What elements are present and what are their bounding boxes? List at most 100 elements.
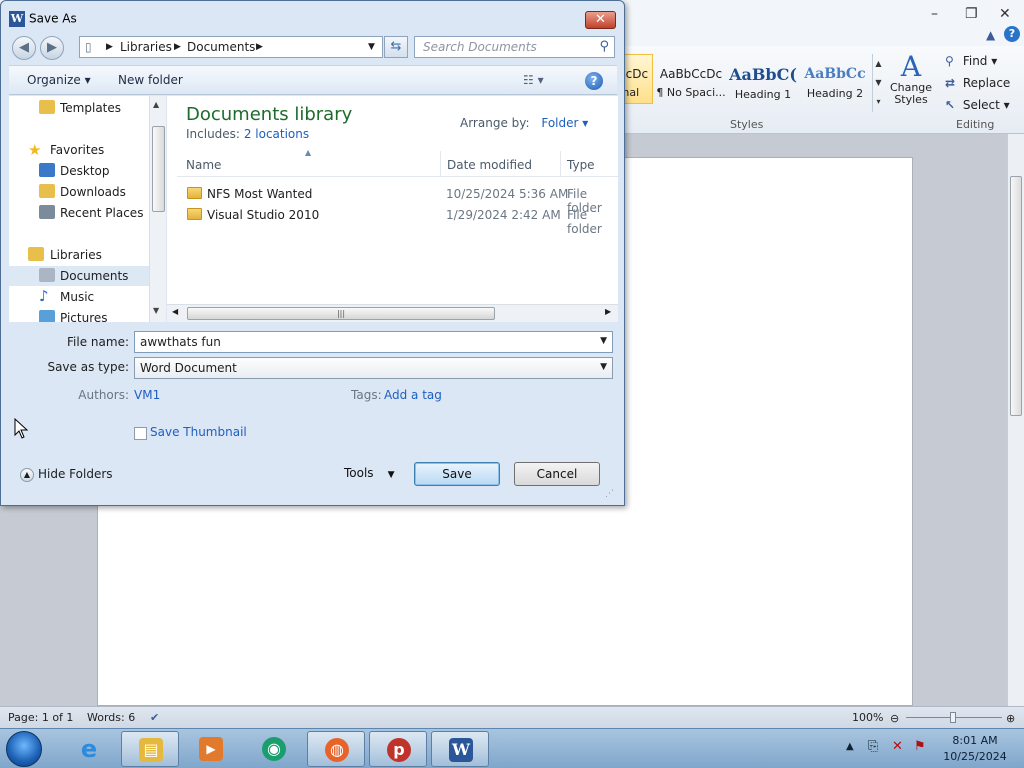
view-options-icon[interactable]: ☷ ▾ (523, 73, 544, 87)
proofing-icon[interactable]: ✔ (150, 711, 159, 724)
taskbar-edge[interactable]: ◉ (245, 731, 303, 767)
documents-icon (39, 268, 55, 282)
locations-link[interactable]: 2 locations (244, 127, 309, 141)
forward-button[interactable]: ▶ (40, 36, 64, 60)
nav-libraries[interactable]: Libraries (9, 245, 149, 265)
downloads-icon (39, 184, 55, 198)
cancel-button[interactable]: Cancel (514, 462, 600, 486)
help-icon[interactable]: ? (585, 72, 603, 90)
taskbar-p-app[interactable]: p (369, 731, 427, 767)
close-icon[interactable]: ✕ (999, 6, 1011, 22)
change-styles-button[interactable]: A Change Styles (887, 52, 935, 106)
nav-scrollbar[interactable]: ▲ ▼ (149, 96, 166, 322)
style-no-spacing[interactable]: AaBbCcDc ¶ No Spaci... (655, 54, 727, 104)
nav-templates[interactable]: Templates (9, 98, 149, 118)
vertical-scrollbar[interactable] (1007, 134, 1024, 706)
nav-documents[interactable]: Documents (9, 266, 149, 286)
pictures-icon (39, 310, 55, 322)
file-row[interactable]: NFS Most Wanted 10/25/2024 5:36 AM File … (177, 184, 618, 215)
zoom-level[interactable]: 100% (852, 711, 883, 724)
taskbar-media-player[interactable]: ▶ (182, 731, 240, 767)
start-button[interactable] (6, 731, 42, 767)
authors-value[interactable]: VM1 (134, 388, 160, 402)
breadcrumb-arrow: ▶ (256, 42, 263, 52)
page-count[interactable]: Page: 1 of 1 (8, 711, 73, 724)
style-normal[interactable]: AaBbCcDc ¶ Normal (621, 54, 653, 104)
ribbon-collapse-icon[interactable]: ▲ (986, 28, 995, 42)
editing-group-label: Editing (956, 118, 995, 131)
chevron-down-icon[interactable]: ▼ (600, 336, 607, 346)
star-icon: ★ (28, 141, 42, 159)
dialog-close-button[interactable]: ✕ (585, 11, 616, 29)
nav-pictures[interactable]: Pictures (9, 308, 149, 322)
nav-downloads[interactable]: Downloads (9, 182, 149, 202)
refresh-button[interactable]: ⇆ (384, 36, 408, 58)
tray-expand-icon[interactable]: ▲ (846, 741, 854, 752)
breadcrumb-libraries[interactable]: Libraries (120, 40, 172, 54)
tools-button[interactable]: Tools ▼ (335, 462, 405, 486)
taskbar-explorer[interactable]: ▤ (121, 731, 179, 767)
scroll-thumb[interactable] (152, 126, 165, 212)
music-icon: ♪ (39, 287, 49, 305)
resize-grip-icon[interactable]: ⋰ (605, 489, 614, 499)
save-thumbnail-label[interactable]: Save Thumbnail (150, 425, 247, 439)
styles-scroll[interactable]: ▲ ▼ ▾ (872, 54, 884, 112)
file-row[interactable]: Visual Studio 2010 1/29/2024 2:42 AM Fil… (177, 205, 618, 236)
clock[interactable]: 8:01 AM 10/25/2024 (936, 733, 1014, 765)
arrange-by-dropdown[interactable]: Folder ▾ (541, 116, 588, 130)
column-header: Name ▲ Date modified Type (177, 148, 618, 177)
style-heading-2[interactable]: AaBbCc Heading 2 (799, 54, 871, 104)
column-type[interactable]: Type (567, 158, 595, 172)
organize-button[interactable]: Organize ▾ (27, 73, 91, 87)
save-button[interactable]: Save (414, 462, 500, 486)
breadcrumb-arrow: ▶ (174, 42, 181, 52)
minimize-icon[interactable]: – (931, 6, 938, 22)
search-placeholder: Search Documents (423, 40, 537, 54)
taskbar-word[interactable]: W (431, 731, 489, 767)
search-input[interactable]: Search Documents ⚲ (414, 36, 615, 58)
file-name-input[interactable]: awwthats fun ▼ (134, 331, 613, 353)
scroll-thumb[interactable]: ||| (187, 307, 495, 320)
save-thumbnail-checkbox[interactable] (134, 427, 147, 440)
taskbar-firefox[interactable]: ◍ (307, 731, 365, 767)
style-heading-1[interactable]: AaBbC( Heading 1 (727, 54, 799, 104)
nav-desktop[interactable]: Desktop (9, 161, 149, 181)
save-type-select[interactable]: Word Document ▼ (134, 357, 613, 379)
save-as-dialog: W Save As ✕ ◀ ▶ ▯ ▶ Libraries ▶ Documents… (0, 0, 625, 506)
replace-button[interactable]: ⇄ Replace (945, 76, 1010, 90)
column-date[interactable]: Date modified (447, 158, 532, 172)
scroll-thumb[interactable] (1010, 176, 1022, 416)
address-dropdown-icon[interactable]: ▼ (368, 42, 375, 52)
scroll-right-icon[interactable]: ▶ (605, 307, 611, 316)
scroll-up-icon[interactable]: ▲ (153, 100, 159, 109)
zoom-slider[interactable]: ⊖ ⊕ (890, 712, 1018, 725)
select-button[interactable]: ↖ Select ▾ (945, 98, 1010, 112)
nav-recent-places[interactable]: Recent Places (9, 203, 149, 223)
scroll-left-icon[interactable]: ◀ (172, 307, 178, 316)
nav-favorites[interactable]: ★ Favorites (9, 140, 149, 160)
taskbar-ie[interactable]: e (60, 731, 118, 767)
volume-muted-icon[interactable]: ✕ (892, 739, 903, 754)
horizontal-scrollbar[interactable]: ◀ ||| ▶ (167, 304, 618, 322)
chevron-down-icon[interactable]: ▼ (600, 362, 607, 372)
change-styles-icon: A (900, 50, 922, 83)
media-player-icon: ▶ (199, 737, 223, 761)
word-count[interactable]: Words: 6 (87, 711, 135, 724)
scroll-down-icon[interactable]: ▼ (153, 306, 159, 315)
tags-input[interactable]: Add a tag (384, 388, 442, 402)
find-button[interactable]: ⚲ Find ▾ (945, 54, 997, 68)
search-icon[interactable]: ⚲ (599, 39, 609, 54)
address-bar[interactable]: ▯ ▶ Libraries ▶ Documents ▶ ▼ (79, 36, 383, 58)
new-folder-button[interactable]: New folder (118, 73, 183, 87)
column-name[interactable]: Name (186, 158, 221, 172)
network-icon[interactable]: ⎘ (868, 739, 878, 754)
nav-music[interactable]: ♪ Music (9, 287, 149, 307)
restore-icon[interactable]: ❐ (965, 6, 978, 22)
help-icon[interactable]: ? (1004, 26, 1020, 42)
action-center-icon[interactable]: ⚑ (914, 739, 926, 754)
recent-places-icon (39, 205, 55, 219)
libraries-icon (28, 247, 44, 261)
back-button[interactable]: ◀ (12, 36, 36, 60)
hide-folders-button[interactable]: ▲ Hide Folders (20, 467, 113, 482)
breadcrumb-documents[interactable]: Documents (187, 40, 255, 54)
